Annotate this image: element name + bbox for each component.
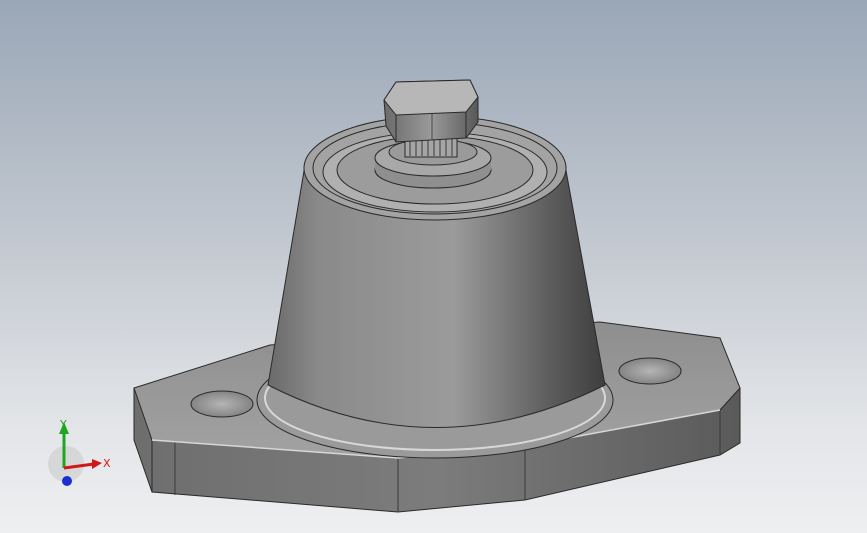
mounting-hole-right[interactable]	[618, 357, 682, 385]
mounting-hole-left[interactable]	[190, 390, 254, 418]
hex-nut[interactable]	[383, 79, 479, 143]
z-axis-marker	[62, 476, 72, 486]
x-axis-arrowhead	[92, 459, 102, 469]
orientation-triad[interactable]: Y X	[42, 412, 122, 492]
graphics-viewport[interactable]: Y X	[0, 0, 867, 533]
y-axis-label: Y	[59, 418, 67, 431]
x-axis-label: X	[103, 457, 111, 470]
3d-model-view[interactable]	[0, 0, 867, 533]
